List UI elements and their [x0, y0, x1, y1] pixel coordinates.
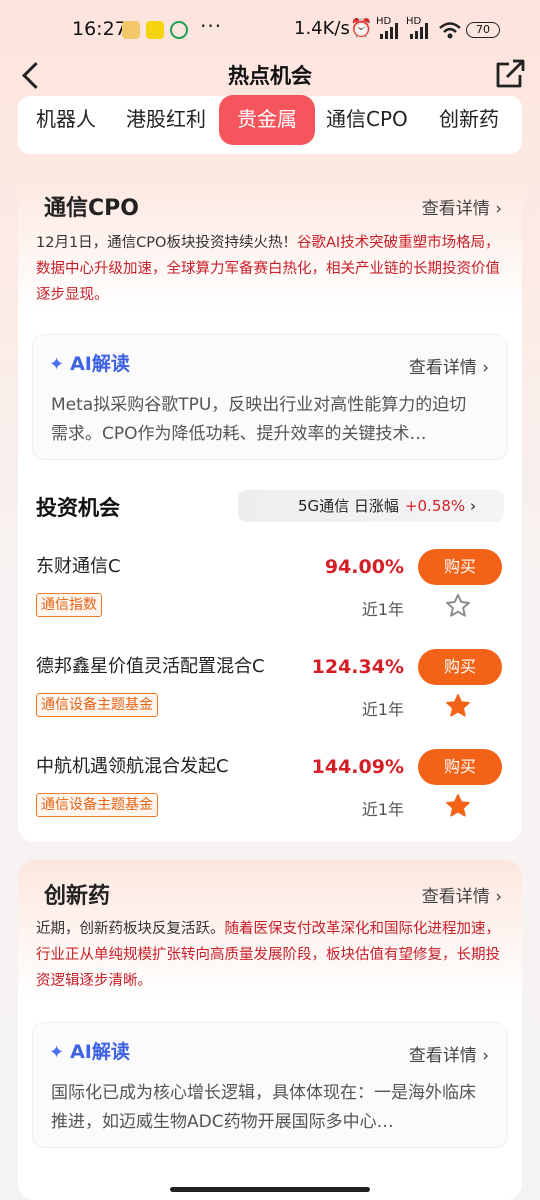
fund-return: 144.09%	[311, 756, 404, 778]
tab-telecom-cpo[interactable]: 通信CPO	[326, 96, 408, 148]
section-more-link[interactable]: 查看详情 ›	[422, 882, 502, 907]
fund-tag: 通信设备主题基金	[36, 793, 158, 817]
network-speed: 1.4K/s	[294, 18, 350, 39]
fund-row[interactable]: 东财通信C 通信指数 94.00% 近1年 购买	[18, 548, 522, 638]
fund-name: 德邦鑫星价值灵活配置混合C	[36, 656, 265, 677]
fund-period: 近1年	[361, 800, 404, 819]
fund-return: 94.00%	[324, 556, 404, 578]
star-filled-icon[interactable]	[444, 692, 472, 720]
ai-analysis-box[interactable]: ✦ AI解读 查看详情 › Meta拟采购谷歌TPU，反映出行业对高性能算力的迫切…	[32, 334, 508, 460]
fund-row[interactable]: 德邦鑫星价值灵活配置混合C 通信设备主题基金 124.34% 近1年 购买	[18, 648, 522, 738]
category-tabs: 机器人 港股红利 贵金属 通信CPO 创新药	[18, 95, 522, 154]
mobile-app-icon	[170, 21, 188, 39]
signal-icon	[380, 23, 398, 39]
notification-app-icon	[122, 21, 140, 39]
tab-hk-dividend[interactable]: 港股红利	[126, 96, 206, 148]
buy-button[interactable]: 购买	[418, 549, 502, 585]
ai-more-link[interactable]: 查看详情 ›	[409, 353, 489, 378]
ai-text: 国际化已成为核心增长逻辑，具体体现在：一是海外临床推进，如迈威生物ADC药物开展…	[51, 1083, 476, 1132]
buy-button[interactable]: 购买	[418, 749, 502, 785]
ai-text: Meta拟采购谷歌TPU，反映出行业对高性能算力的迫切需求。CPO作为降低功耗、…	[51, 395, 467, 444]
fund-name: 中航机遇领航混合发起C	[36, 756, 229, 777]
section-card-drugs: 创新药 查看详情 › 近期，创新药板块反复活跃。随着医保支付改革深化和国际化进程…	[18, 860, 522, 1200]
section-more-link[interactable]: 查看详情 ›	[422, 194, 502, 219]
ai-sparkle-icon: ✦	[49, 354, 65, 375]
tab-innovative-drugs[interactable]: 创新药	[439, 96, 499, 148]
star-filled-icon[interactable]	[444, 792, 472, 820]
share-icon[interactable]	[494, 58, 526, 90]
index-change-pill[interactable]: 5G通信 日涨幅 +0.58% ›	[238, 490, 504, 522]
more-notifications-icon: ···	[200, 14, 223, 38]
alarm-icon: ⏰	[350, 18, 373, 39]
fund-row[interactable]: 中航机遇领航混合发起C 通信设备主题基金 144.09% 近1年 购买	[18, 748, 522, 838]
signal-icon-2	[410, 23, 428, 39]
section-description: 12月1日，通信CPO板块投资持续火热！谷歌AI技术突破重塑市场格局，数据中心升…	[36, 235, 500, 303]
fund-period: 近1年	[361, 600, 404, 619]
section-title: 创新药	[38, 878, 118, 912]
section-card-cpo: 通信CPO 查看详情 › 12月1日，通信CPO板块投资持续火热！谷歌AI技术突…	[18, 172, 522, 842]
fund-period: 近1年	[361, 700, 404, 719]
tab-robot[interactable]: 机器人	[36, 96, 96, 148]
ai-more-link[interactable]: 查看详情 ›	[409, 1041, 489, 1066]
ai-title: ✦ AI解读	[49, 1041, 130, 1063]
status-time: 16:27	[72, 18, 127, 40]
ai-sparkle-icon: ✦	[49, 1042, 65, 1063]
battery-icon: 70	[466, 22, 500, 38]
wifi-icon	[439, 22, 461, 39]
section-title: 通信CPO	[38, 190, 152, 224]
fund-name: 东财通信C	[36, 556, 121, 577]
status-bar: 16:27 ··· 1.4K/s ⏰ HD HD 70	[0, 0, 540, 58]
section-description: 近期，创新药板块反复活跃。随着医保支付改革深化和国际化进程加速，行业正从单纯规模…	[36, 921, 500, 989]
meituan-app-icon	[146, 21, 164, 39]
fund-tag: 通信设备主题基金	[36, 693, 158, 717]
fund-return: 124.34%	[311, 656, 404, 678]
page-title: 热点机会	[228, 64, 312, 88]
ai-analysis-box[interactable]: ✦ AI解读 查看详情 › 国际化已成为核心增长逻辑，具体体现在：一是海外临床推进…	[32, 1022, 508, 1148]
tab-precious-metals[interactable]: 贵金属	[219, 95, 315, 145]
invest-title: 投资机会	[36, 496, 120, 520]
star-outline-icon[interactable]	[444, 592, 472, 620]
ai-title: ✦ AI解读	[49, 353, 130, 375]
home-indicator[interactable]	[170, 1187, 370, 1192]
fund-tag: 通信指数	[36, 593, 102, 617]
buy-button[interactable]: 购买	[418, 649, 502, 685]
